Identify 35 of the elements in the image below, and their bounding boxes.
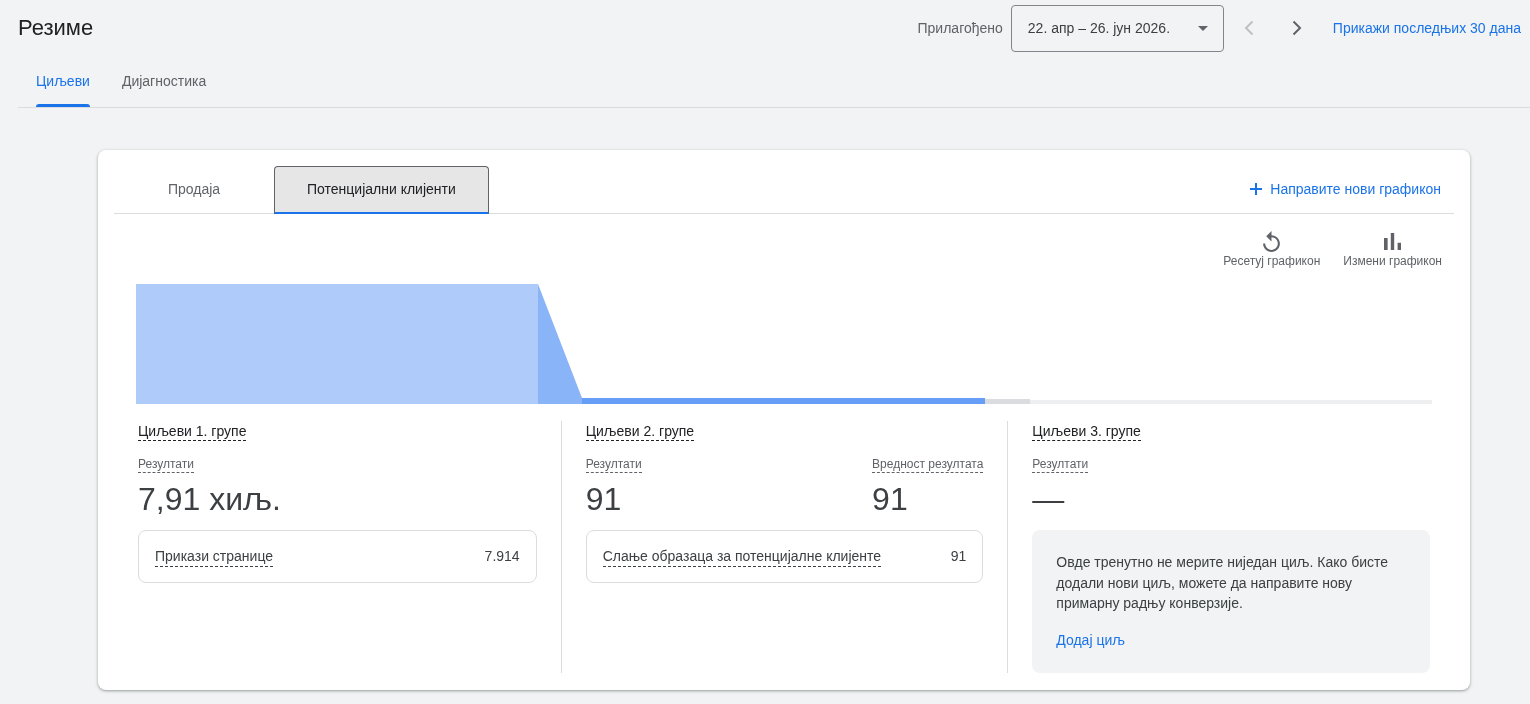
date-range-dropdown[interactable]: 22. апр – 26. јун 2026.: [1010, 4, 1224, 52]
metric-label: Резултати: [138, 456, 194, 473]
last-30-days-link[interactable]: Прикажи последњих 30 дана: [1332, 17, 1521, 39]
tab[interactable]: Циљеви: [20, 56, 106, 107]
caret-down-icon: [1197, 25, 1208, 31]
bar-chart-icon: [1384, 232, 1402, 250]
goal-group-title: Циљеви 1. групе: [138, 422, 247, 441]
goal-value: 7.914: [484, 547, 520, 566]
tab[interactable]: Продаја: [114, 166, 274, 214]
tab[interactable]: Потенцијални клијенти: [274, 166, 489, 214]
goal-name: Прикази странице: [155, 546, 274, 567]
goal-value: 91: [950, 547, 967, 566]
goal-group-title: Циљеви 2. групе: [585, 422, 695, 441]
metric-value: 91: [872, 480, 908, 519]
new-chart-link[interactable]: Направите нови графикон: [1250, 178, 1441, 200]
goal-group-title: Циљеви 3. групе: [1032, 422, 1141, 441]
metric-label: Резултати: [1032, 456, 1089, 473]
metric-value: —: [1032, 480, 1065, 519]
metric-value: 7,91 хиљ.: [138, 480, 281, 519]
notice-text: Овде тренутно не мерите ниједан циљ. Како бисте додали нови циљ, можете да направите нову примарну радњу конверзије.: [1056, 553, 1390, 613]
funnel-slope: [985, 399, 1030, 404]
metric-label: Резултати: [585, 456, 642, 473]
circular-arrow-icon: [1263, 230, 1281, 252]
goal-name: Слање образаца за потенцијалне клијенте: [602, 546, 882, 567]
edit-chart-button[interactable]: Измени графикон: [1343, 229, 1442, 269]
chevron-right-icon: [1291, 20, 1302, 36]
metric-label: Вредност резултата: [872, 456, 984, 473]
tab[interactable]: Дијагностика: [105, 56, 223, 107]
chevron-left-icon: [1243, 20, 1254, 36]
reset-chart-button[interactable]: Ресетуј графикон: [1223, 229, 1321, 269]
date-range-label: Прилагођено: [917, 18, 1003, 38]
metric-value: 91: [585, 480, 622, 519]
add-goal-link[interactable]: Додај циљ: [1056, 629, 1125, 651]
plus-icon: [1250, 183, 1263, 195]
page-title: Резиме: [18, 14, 94, 42]
